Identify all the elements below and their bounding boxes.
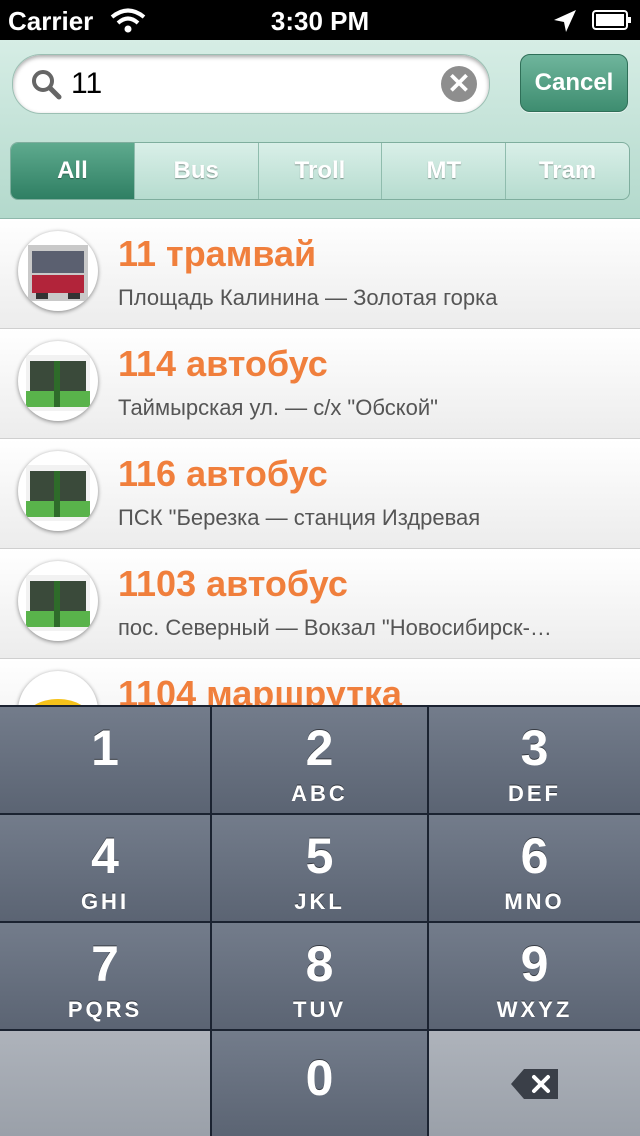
key-8[interactable]: 8 TUV [212,923,427,1029]
clear-icon[interactable]: ✕ [441,66,477,102]
search-input[interactable]: 11 ✕ [12,54,490,114]
search-icon [32,70,62,100]
key-9[interactable]: 9 WXYZ [429,923,640,1029]
search-header: 11 ✕ Cancel All Bus Troll MT Tram [0,40,640,219]
route-subtitle: Таймырская ул. — с/х "Обской" [118,395,438,420]
cancel-button[interactable]: Cancel [520,54,628,112]
key-7[interactable]: 7 PQRS [0,923,210,1029]
bus-icon [18,451,98,531]
route-title: 11 трамвай [118,233,317,274]
transport-filter: All Bus Troll MT Tram [10,142,630,200]
delete-key[interactable] [429,1031,640,1136]
key-5[interactable]: 5 JKL [212,815,427,921]
key-3[interactable]: 3 DEF [429,707,640,813]
search-value[interactable]: 11 [71,67,102,101]
bus-icon [18,561,98,641]
filter-troll[interactable]: Troll [257,143,382,199]
backspace-icon [510,1069,558,1099]
key-4[interactable]: 4 GHI [0,815,210,921]
list-item[interactable]: 11 трамвай Площадь Калинина — Золотая го… [0,219,640,329]
clock: 3:30 PM [270,6,370,36]
route-subtitle: пос. Северный — Вокзал "Новосибирск-… [118,615,552,640]
blank-key [0,1031,210,1136]
route-title: 114 автобус [118,343,328,384]
bus-icon [18,341,98,421]
list-item[interactable]: 1104 маршрутка [0,659,640,705]
key-6[interactable]: 6 MNO [429,815,640,921]
results-list[interactable]: 11 трамвай Площадь Калинина — Золотая го… [0,219,640,705]
numeric-keypad: 1 2 ABC 3 DEF 4 GHI 5 JKL 6 MNO 7 PQRS 8… [0,705,640,1136]
list-item[interactable]: 114 автобус Таймырская ул. — с/х "Обской… [0,329,640,439]
location-arrow-icon [554,10,576,32]
route-subtitle: ПСК "Березка — станция Издревая [118,505,481,530]
key-1[interactable]: 1 [0,707,210,813]
filter-tram[interactable]: Tram [505,143,629,199]
tram-icon [18,231,98,311]
key-2[interactable]: 2 ABC [212,707,427,813]
route-title: 1103 автобус [118,563,348,604]
route-title: 1104 маршрутка [118,673,402,705]
filter-mt[interactable]: MT [381,143,505,199]
route-subtitle: Площадь Калинина — Золотая горка [118,285,498,310]
list-item[interactable]: 116 автобус ПСК "Березка — станция Издре… [0,439,640,549]
list-item[interactable]: 1103 автобус пос. Северный — Вокзал "Нов… [0,549,640,659]
battery-icon [592,10,631,30]
key-0[interactable]: 0 [212,1031,427,1136]
status-bar: Carrier 3:30 PM [0,0,640,40]
route-title: 116 автобус [118,453,328,494]
minibus-icon [18,671,98,705]
filter-bus[interactable]: Bus [133,143,258,199]
filter-all[interactable]: All [11,143,134,199]
